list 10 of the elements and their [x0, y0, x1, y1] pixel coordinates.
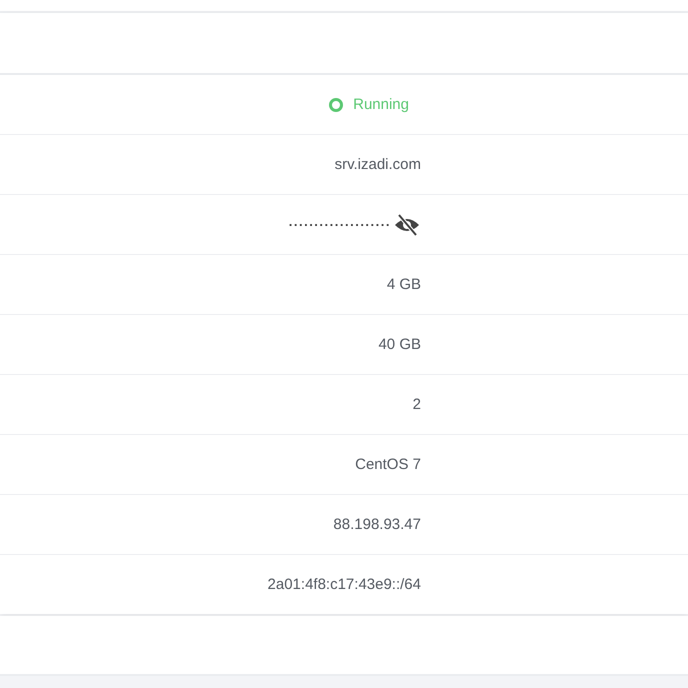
status-text: Running: [353, 96, 409, 113]
detail-value: 4 GB: [386, 276, 421, 293]
detail-value: 40 GB: [378, 336, 421, 353]
detail-value: 2a01:4f8:c17:43e9::/64: [268, 576, 421, 593]
eye-slash-icon[interactable]: [393, 212, 421, 236]
detail-value: srv.izadi.com: [334, 156, 421, 173]
detail-value: 88.198.93.47: [333, 516, 421, 533]
masked-password: ....................: [288, 214, 391, 229]
detail-value: CentOS 7: [355, 456, 421, 473]
detail-value: 2: [412, 396, 421, 413]
